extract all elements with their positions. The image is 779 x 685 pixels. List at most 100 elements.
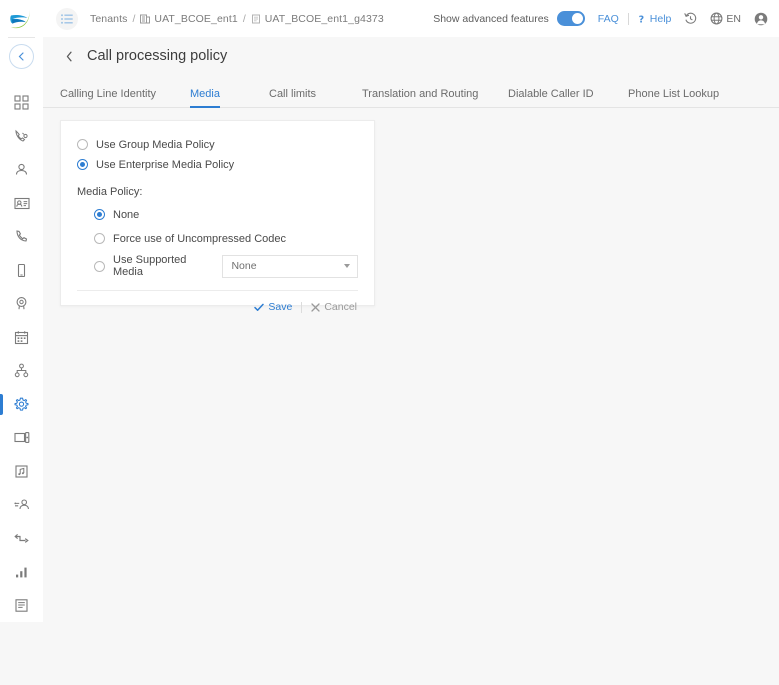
sidebar-item-schedules[interactable] xyxy=(0,321,43,355)
language-code: EN xyxy=(726,12,741,25)
sidebar-item-call-routing[interactable] xyxy=(0,120,43,154)
breadcrumb-separator-2: / xyxy=(242,12,246,25)
supported-media-select[interactable]: None xyxy=(222,254,358,278)
media-policy-card: Use Group Media Policy Use Enterprise Me… xyxy=(60,120,375,313)
top-bar-actions: Show advanced features FAQ ? Help EN xyxy=(433,11,768,26)
sidebar-item-user-groups[interactable] xyxy=(0,488,43,522)
sidebar xyxy=(0,0,43,622)
app-root: Tenants / UAT_BCOE_ent1 / UAT_BCOE_ent1_… xyxy=(0,0,779,685)
back-button[interactable] xyxy=(60,47,78,65)
history-clock-icon xyxy=(684,12,697,24)
advanced-features-toggle[interactable] xyxy=(556,11,585,26)
radio-indicator[interactable] xyxy=(94,209,105,220)
tab-translation-and-routing[interactable]: Translation and Routing xyxy=(362,88,478,107)
mobile-device-icon xyxy=(17,263,26,277)
sidebar-item-org-hierarchy[interactable] xyxy=(0,354,43,388)
save-label: Save xyxy=(268,301,293,313)
radio-label: Use Group Media Policy xyxy=(96,138,215,151)
radio-label: Use Supported Media xyxy=(113,254,187,278)
radio-use-supported-media[interactable]: Use Supported Media None xyxy=(94,254,358,278)
breadcrumb: Tenants / UAT_BCOE_ent1 / UAT_BCOE_ent1_… xyxy=(90,13,384,25)
language-selector[interactable]: EN xyxy=(710,12,741,25)
user-link-icon xyxy=(13,499,29,510)
globe-icon xyxy=(710,12,723,25)
chevron-left-icon xyxy=(18,52,24,61)
calendar-icon xyxy=(14,330,29,344)
faq-link[interactable]: FAQ xyxy=(598,13,619,25)
radio-label: Force use of Uncompressed Codec xyxy=(113,232,287,245)
radio-indicator[interactable] xyxy=(94,260,105,272)
radio-indicator[interactable] xyxy=(77,159,88,170)
card-actions: Save Cancel xyxy=(61,291,374,313)
flow-arrow-icon xyxy=(13,533,29,543)
radio-use-group-media-policy[interactable]: Use Group Media Policy xyxy=(77,135,358,154)
sidebar-item-settings[interactable] xyxy=(0,388,43,422)
company-logo[interactable] xyxy=(0,0,43,37)
sidebar-item-logs[interactable] xyxy=(0,589,43,623)
page-title: Call processing policy xyxy=(87,48,228,64)
media-policy-label: Media Policy: xyxy=(77,186,143,198)
tab-call-limits[interactable]: Call limits xyxy=(269,88,316,107)
cancel-label: Cancel xyxy=(324,301,357,313)
sidebar-item-users[interactable] xyxy=(0,153,43,187)
breadcrumb-item-tenant[interactable]: UAT_BCOE_ent1 xyxy=(154,13,237,25)
save-button[interactable]: Save xyxy=(254,301,292,313)
handset-icon xyxy=(16,230,28,242)
dashboard-grid-icon xyxy=(14,95,29,110)
chevron-down-icon xyxy=(344,264,350,268)
action-divider xyxy=(301,301,303,313)
phone-network-icon xyxy=(15,129,28,142)
sidebar-item-contacts[interactable] xyxy=(0,187,43,221)
top-bar: Tenants / UAT_BCOE_ent1 / UAT_BCOE_ent1_… xyxy=(43,0,779,37)
tab-dialable-caller-id[interactable]: Dialable Caller ID xyxy=(508,88,594,107)
document-list-icon xyxy=(15,598,28,612)
tab-media[interactable]: Media xyxy=(190,88,220,108)
radio-force-uncompressed-codec[interactable]: Force use of Uncompressed Codec xyxy=(94,228,358,249)
sidebar-item-devices[interactable] xyxy=(0,254,43,288)
sidebar-item-dashboard[interactable] xyxy=(0,86,43,120)
sidebar-collapse[interactable] xyxy=(0,38,43,76)
breadcrumb-root[interactable]: Tenants xyxy=(90,13,127,25)
hamburger-menu-icon xyxy=(61,13,73,24)
action-divider xyxy=(627,12,629,25)
sitemap-icon xyxy=(14,363,29,378)
tab-bar: Calling Line Identity Media Call limits Tra… xyxy=(43,75,779,108)
sidebar-item-reports[interactable] xyxy=(0,555,43,589)
microphone-icon xyxy=(16,297,27,310)
radio-label: None xyxy=(113,208,140,221)
help-label: Help xyxy=(649,12,672,25)
music-note-icon xyxy=(15,465,28,478)
question-mark-icon: ? xyxy=(638,14,644,24)
id-card-icon xyxy=(13,197,30,209)
tab-calling-line-identity[interactable]: Calling Line Identity xyxy=(60,88,156,107)
close-x-icon xyxy=(311,302,320,312)
gear-icon xyxy=(14,397,29,411)
sidebar-item-music-on-hold[interactable] xyxy=(0,455,43,489)
radio-indicator[interactable] xyxy=(94,233,105,244)
collapse-button[interactable] xyxy=(9,44,34,70)
cancel-button[interactable]: Cancel xyxy=(311,301,357,313)
sidebar-item-call-flow[interactable] xyxy=(0,522,43,556)
radio-use-enterprise-media-policy[interactable]: Use Enterprise Media Policy xyxy=(77,155,358,174)
radio-indicator[interactable] xyxy=(77,139,88,150)
advanced-features-label: Show advanced features xyxy=(433,12,549,25)
media-policy-options: None Force use of Uncompressed Codec Use… xyxy=(77,204,358,278)
sidebar-item-phones[interactable] xyxy=(0,220,43,254)
radio-label: Use Enterprise Media Policy xyxy=(96,158,235,171)
building-icon xyxy=(140,14,151,24)
breadcrumb-item-group[interactable]: UAT_BCOE_ent1_g4373 xyxy=(265,13,384,25)
account-button[interactable] xyxy=(754,12,768,26)
tab-phone-list-lookup[interactable]: Phone List Lookup xyxy=(628,88,719,107)
sidebar-nav xyxy=(0,86,43,622)
chevron-left-icon xyxy=(66,51,72,61)
user-icon xyxy=(15,164,28,175)
radio-none[interactable]: None xyxy=(94,204,358,225)
group-icon xyxy=(251,14,261,24)
sidebar-item-media[interactable] xyxy=(0,421,43,455)
sidebar-item-voicemail[interactable] xyxy=(0,287,43,321)
card-body: Use Group Media Policy Use Enterprise Me… xyxy=(61,121,374,278)
help-link[interactable]: ? Help xyxy=(638,12,672,25)
hamburger-menu-button[interactable] xyxy=(56,7,78,30)
account-circle-icon xyxy=(754,12,768,25)
history-button[interactable] xyxy=(684,12,697,25)
